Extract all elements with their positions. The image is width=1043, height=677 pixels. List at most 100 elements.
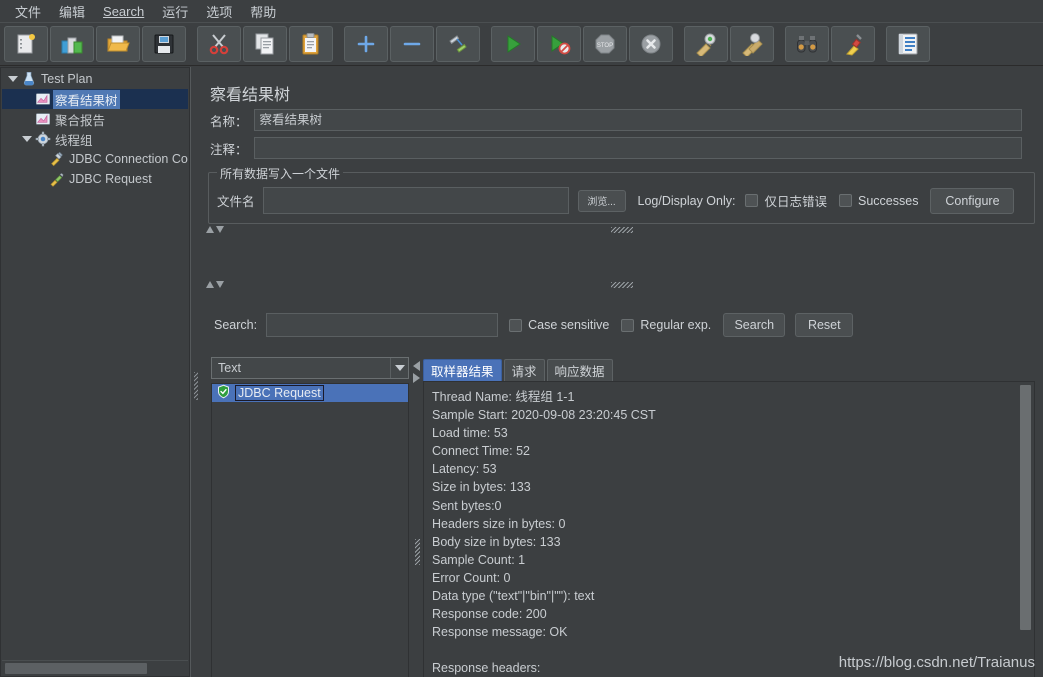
search-row: Search: Case sensitive Regular exp. Sear… [214,313,854,337]
errors-only-label: 仅日志错误 [764,195,827,209]
paste-button[interactable] [289,26,333,62]
clear-all-broom-icon [740,32,764,56]
test-plan-tree-panel: Test Plan 察看结果树 聚合报告线程组 JDBC Connection Con… [0,67,190,677]
search-button[interactable] [785,26,829,62]
tree-node[interactable]: 聚合报告 [2,109,188,129]
filename-label: 文件名 [217,195,255,209]
tree-node[interactable]: JDBC Request [2,169,188,189]
tree-node-label: 察看结果树 [53,89,120,109]
expand-all-button[interactable] [344,26,388,62]
comment-input[interactable] [253,137,1022,159]
open-button[interactable] [96,26,140,62]
save-floppy-icon [152,32,176,56]
tree-node[interactable]: 察看结果树 [2,89,188,109]
results-tree[interactable]: JDBC Request [211,383,409,677]
svg-text:STOP: STOP [597,43,613,49]
tab-0[interactable]: 取样器结果 [423,359,502,381]
upper-horizontal-splitter[interactable] [200,225,1043,236]
renderer-select[interactable]: Text [211,357,409,379]
name-row: 名称： 察看结果树 [210,109,1028,131]
play-no-timers-icon [547,32,571,56]
templates-button[interactable] [50,26,94,62]
tab-2[interactable]: 响应数据 [546,359,613,381]
stop-button[interactable]: STOP [583,26,627,62]
tree-node-label: 线程组 [55,133,93,148]
tab-1[interactable]: 请求 [503,359,545,381]
result-tabs[interactable]: 取样器结果 请求 响应数据 [423,357,615,381]
function-helper-button[interactable] [886,26,930,62]
regular-exp-checkbox[interactable] [621,318,635,332]
view-results-tree-panel: 察看结果树 名称： 察看结果树 注释： 所有数据写入一个文件 文件名 浏览...… [200,67,1043,677]
menu-bar: 文件 编辑 Search 运行 选项 帮助 [0,0,1043,22]
chevron-down-icon[interactable] [6,69,19,89]
splitter-grip [194,372,198,400]
menu-item-1[interactable]: 编辑 [50,0,94,23]
start-no-pauses-button[interactable] [537,26,581,62]
toolbar: STOP [0,22,1043,66]
sampler-result-vertical-scrollbar[interactable] [1018,383,1033,677]
toggle-button[interactable] [436,26,480,62]
splitter-arrows[interactable] [206,226,224,233]
tree-node-label: JDBC Connection Confi [69,152,188,166]
plus-icon [354,32,378,56]
clipboard-icon [299,32,323,56]
reset-broom-yellow-icon [841,32,865,56]
splitter-arrows[interactable] [206,281,224,288]
case-sensitive-checkbox[interactable] [509,318,523,332]
configure-button[interactable]: Configure [930,187,1015,214]
chevron-down-icon[interactable] [20,129,33,149]
results-inner-splitter[interactable] [412,357,423,677]
browse-button[interactable]: 浏览... [577,189,626,212]
tree-horizontal-scrollbar[interactable] [2,660,188,675]
result-entry[interactable]: JDBC Request [212,384,408,402]
tree-node-label: Test Plan [41,72,93,86]
aggregate-report-icon [33,109,53,129]
filename-row: 文件名 浏览... Log/Display Only: 仅日志错误 Succes… [217,187,1015,214]
search-button[interactable]: Search [723,313,786,337]
main-vertical-splitter[interactable] [190,67,200,677]
scroll-thumb[interactable] [1020,385,1031,630]
reset-search-button[interactable] [831,26,875,62]
menu-item-5[interactable]: 帮助 [241,0,285,23]
menu-item-3[interactable]: 运行 [153,0,197,23]
copy-button[interactable] [243,26,287,62]
thread-group-icon [33,129,53,149]
play-green-icon [501,32,525,56]
start-button[interactable] [491,26,535,62]
comment-row: 注释： [210,137,1028,159]
search-bar: Search: Case sensitive Regular exp. Sear… [200,307,1043,345]
reset-search-button[interactable]: Reset [795,313,854,337]
tree-node[interactable]: JDBC Connection Confi [2,149,188,169]
toggle-pencils-icon [446,32,470,56]
tree-node[interactable]: 线程组 [2,129,188,149]
splitter-arrows[interactable] [413,361,420,383]
cut-button[interactable] [197,26,241,62]
menu-item-2[interactable]: Search [94,2,153,21]
new-test-plan-button[interactable] [4,26,48,62]
name-input[interactable]: 察看结果树 [253,109,1022,131]
successes-checkbox[interactable] [839,194,852,207]
chevron-down-icon[interactable] [390,358,408,378]
menu-item-4[interactable]: 选项 [197,0,241,23]
filename-input[interactable] [262,187,569,214]
successes-label: Successes [858,193,919,208]
save-button[interactable] [142,26,186,62]
search-label: Search: [214,318,258,332]
watermark: https://blog.csdn.net/Traianus [838,654,1035,671]
tree-scroll-thumb[interactable] [5,663,147,674]
tree-node[interactable]: Test Plan [2,69,188,89]
errors-only-checkbox[interactable] [745,194,759,207]
lower-horizontal-splitter[interactable] [200,280,1043,291]
shutdown-button[interactable] [629,26,673,62]
clear-all-button[interactable] [730,26,774,62]
page-title: 察看结果树 [210,87,291,104]
menu-item-0[interactable]: 文件 [6,0,50,23]
clear-button[interactable] [684,26,728,62]
name-label: 名称： [210,114,248,129]
splitter-grip [610,227,633,233]
collapse-all-button[interactable] [390,26,434,62]
regular-exp-label: Regular exp. [640,318,712,332]
new-file-icon [14,32,38,56]
test-plan-tree[interactable]: Test Plan 察看结果树 聚合报告线程组 JDBC Connection Con… [2,69,188,658]
search-input[interactable] [266,313,499,337]
